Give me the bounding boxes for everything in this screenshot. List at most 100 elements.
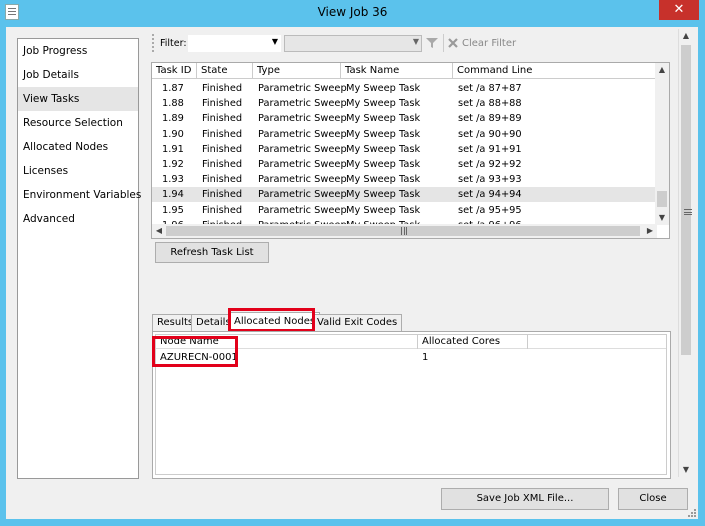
table-cell: 1.93 — [162, 174, 184, 186]
table-cell: Parametric Sweep — [258, 174, 347, 186]
table-cell: Finished — [202, 83, 243, 94]
scroll-grip-icon — [684, 209, 692, 215]
chevron-down-icon: ▼ — [271, 37, 278, 46]
filter-label: Filter: — [160, 38, 187, 49]
task-table-vscrollbar[interactable]: ▲ ▼ — [655, 63, 669, 225]
table-cell: Finished — [202, 189, 243, 201]
table-cell: Finished — [202, 204, 243, 216]
table-cell: Parametric Sweep — [258, 113, 347, 125]
table-cell: 1.94 — [162, 189, 184, 201]
column-header-task-name[interactable]: Task Name — [341, 63, 453, 79]
dialog-client-area: Job Progress Job Details View Tasks Resourc… — [6, 27, 698, 519]
table-cell: set /a 88+88 — [458, 98, 522, 110]
scroll-left-icon[interactable]: ◀ — [152, 224, 166, 238]
refresh-task-list-button[interactable]: Refresh Task List — [155, 242, 269, 263]
scroll-up-icon[interactable]: ▲ — [679, 29, 693, 43]
task-table-hscrollbar[interactable]: ◀ ▶ — [152, 224, 657, 238]
column-header-type[interactable]: Type — [253, 63, 341, 79]
table-cell: Parametric Sweep — [258, 98, 347, 110]
table-cell: Finished — [202, 174, 243, 186]
table-cell: set /a 92+92 — [458, 159, 522, 170]
column-header-allocated-cores[interactable]: Allocated Cores — [418, 335, 528, 349]
table-cell: Parametric Sweep — [258, 143, 347, 155]
close-button[interactable]: Close — [618, 488, 688, 510]
table-cell: Parametric Sweep — [258, 83, 347, 94]
table-cell: set /a 90+90 — [458, 128, 522, 140]
table-cell: Parametric Sweep — [258, 189, 347, 201]
job-nav-list: Job Progress Job Details View Tasks Resourc… — [17, 38, 141, 479]
resize-grip-icon[interactable] — [686, 507, 696, 517]
scroll-up-icon[interactable]: ▲ — [655, 63, 669, 77]
table-row[interactable]: 1.95 Finished Parametric Sweep My Sweep Tas… — [152, 203, 656, 218]
scroll-down-icon[interactable]: ▼ — [655, 211, 669, 225]
nav-item-environment-variables[interactable]: Environment Variables — [18, 183, 141, 207]
table-row[interactable]: 1.87 Finished Parametric Sweep My Sweep Tas… — [152, 81, 656, 96]
table-row[interactable]: 1.91 Finished Parametric Sweep My Sweep Tas… — [152, 142, 656, 157]
table-cell: My Sweep Task — [346, 83, 421, 94]
column-header-state[interactable]: State — [197, 63, 253, 79]
dialog-vscrollbar[interactable]: ▲ ▼ — [678, 29, 692, 477]
task-table-hscroll-thumb[interactable] — [166, 226, 640, 236]
column-header-command-line[interactable]: Command Line — [453, 63, 656, 79]
nav-item-allocated-nodes[interactable]: Allocated Nodes — [18, 135, 138, 159]
table-cell: 1.87 — [162, 83, 184, 94]
save-job-xml-button[interactable]: Save Job XML File... — [441, 488, 609, 510]
nav-item-view-tasks[interactable]: View Tasks — [18, 87, 138, 111]
filter-value-dropdown[interactable]: ▼ — [284, 35, 422, 52]
table-cell: set /a 95+95 — [458, 204, 522, 216]
nav-item-resource-selection[interactable]: Resource Selection — [18, 111, 138, 135]
table-row[interactable]: 1.94 Finished Parametric Sweep My Sweep Tas… — [152, 187, 656, 203]
filter-field-dropdown[interactable]: ▼ — [188, 35, 281, 52]
node-name-highlight-box — [152, 336, 238, 367]
table-cell: Finished — [202, 113, 243, 125]
table-cell: 1.95 — [162, 204, 184, 216]
task-table: Task ID State Type Task Name Command Line 1.… — [151, 62, 670, 239]
table-cell: My Sweep Task — [346, 159, 421, 170]
table-row[interactable]: 1.93 Finished Parametric Sweep My Sweep Tas… — [152, 172, 656, 187]
table-cell: 1.90 — [162, 128, 184, 140]
chevron-down-icon: ▼ — [412, 37, 419, 46]
table-row[interactable]: 1.88 Finished Parametric Sweep My Sweep Tas… — [152, 96, 656, 111]
table-cell: My Sweep Task — [346, 204, 421, 216]
table-cell: Finished — [202, 98, 243, 110]
filter-toolbar: Filter: ▼ ▼ Clear Filter — [152, 32, 672, 56]
scroll-right-icon[interactable]: ▶ — [643, 224, 657, 238]
clear-filter-label: Clear Filter — [462, 38, 517, 49]
view-job-window: View Job 36 ✕ Job Progress Job Details Vie… — [0, 0, 705, 526]
clear-x-icon — [448, 38, 458, 48]
table-cell: 1.91 — [162, 143, 184, 155]
window-close-button[interactable]: ✕ — [659, 0, 699, 20]
nav-item-licenses[interactable]: Licenses — [18, 159, 138, 183]
column-header-task-id[interactable]: Task ID — [152, 63, 197, 79]
table-cell: My Sweep Task — [346, 174, 421, 186]
table-cell: Parametric Sweep — [258, 204, 347, 216]
table-cell: set /a 94+94 — [458, 189, 522, 201]
table-cell: 1.88 — [162, 98, 184, 110]
title-bar[interactable]: View Job 36 ✕ — [0, 0, 705, 26]
toolbar-grip — [152, 34, 155, 52]
table-cell: My Sweep Task — [346, 189, 421, 201]
nav-item-job-details[interactable]: Job Details — [18, 63, 138, 87]
table-row[interactable]: 1.89 Finished Parametric Sweep My Sweep Tas… — [152, 111, 656, 126]
table-cell: Finished — [202, 128, 243, 140]
task-table-header: Task ID State Type Task Name Command Line — [152, 63, 656, 79]
task-table-vscroll-thumb[interactable] — [657, 191, 667, 207]
allocated-nodes-tab-highlight-box — [228, 308, 315, 332]
table-cell: Finished — [202, 143, 243, 155]
scroll-down-icon[interactable]: ▼ — [679, 463, 693, 477]
funnel-icon[interactable] — [426, 37, 438, 49]
dialog-vscroll-thumb[interactable] — [681, 45, 692, 355]
table-row[interactable]: 1.90 Finished Parametric Sweep My Sweep Tas… — [152, 127, 656, 142]
table-cell: set /a 91+91 — [458, 143, 522, 155]
nav-item-job-progress[interactable]: Job Progress — [18, 39, 138, 63]
table-cell: Parametric Sweep — [258, 159, 347, 170]
table-cell: 1 — [422, 352, 429, 363]
tab-valid-exit-codes[interactable]: Valid Exit Codes — [312, 314, 403, 331]
nav-item-advanced[interactable]: Advanced — [18, 207, 138, 231]
window-title: View Job 36 — [317, 5, 388, 19]
clear-filter-button[interactable]: Clear Filter — [446, 35, 516, 52]
table-row[interactable]: 1.92 Finished Parametric Sweep My Sweep Tas… — [152, 157, 656, 172]
toolbar-separator — [443, 34, 444, 52]
table-cell: 1.92 — [162, 159, 184, 170]
table-cell: 1.89 — [162, 113, 184, 125]
